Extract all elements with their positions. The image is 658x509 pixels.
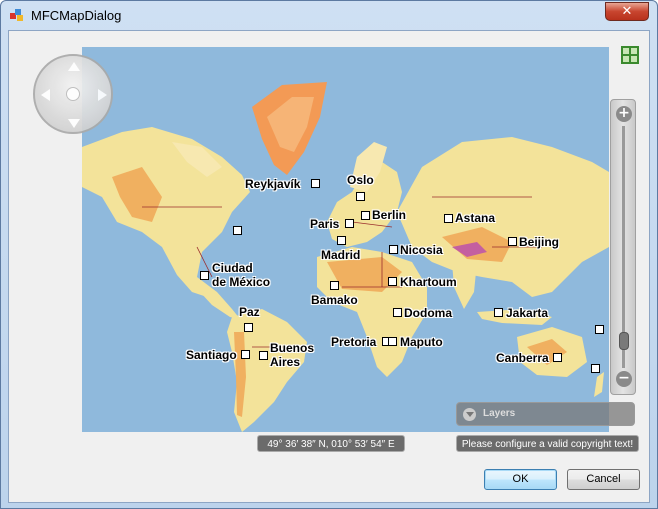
- city-marker-edge-1[interactable]: [595, 325, 604, 334]
- coordinates-readout: 49° 36′ 38″ N, 010° 53′ 54″ E: [257, 435, 405, 452]
- city-label-de-mexico: de México: [212, 275, 271, 289]
- pan-down-icon[interactable]: [68, 119, 80, 128]
- copyright-notice: Please configure a valid copyright text!: [456, 435, 639, 452]
- dialog-client-area: Reykjavík Oslo Paris Berlin Astana Madri…: [8, 30, 650, 503]
- zoom-out-button[interactable]: −: [616, 371, 632, 387]
- map-style-toggle-icon[interactable]: [621, 46, 639, 64]
- layers-label: Layers: [483, 408, 516, 419]
- city-label-paz: Paz: [239, 305, 260, 319]
- city-marker-washington[interactable]: [233, 226, 242, 235]
- city-label-beijing: Beijing: [519, 235, 560, 249]
- city-label-dodoma: Dodoma: [404, 306, 452, 320]
- city-marker-astana[interactable]: [444, 214, 453, 223]
- cancel-button[interactable]: Cancel: [567, 469, 640, 490]
- app-icon: [10, 9, 23, 21]
- pan-up-icon[interactable]: [68, 62, 80, 71]
- city-marker-ciudad-de-mexico[interactable]: [200, 271, 209, 280]
- city-label-buenos: Buenos: [270, 341, 315, 355]
- window-title: MFCMapDialog: [31, 8, 122, 23]
- city-marker-berlin[interactable]: [361, 211, 370, 220]
- city-label-reykjavik: Reykjavík: [245, 177, 301, 191]
- city-marker-maputo[interactable]: [388, 337, 397, 346]
- city-label-nicosia: Nicosia: [400, 243, 443, 257]
- city-label-ciudad: Ciudad: [212, 261, 253, 275]
- city-marker-dodoma[interactable]: [393, 308, 402, 317]
- city-marker-khartoum[interactable]: [388, 277, 397, 286]
- city-label-canberra: Canberra: [496, 351, 549, 365]
- pan-center-icon[interactable]: [66, 87, 80, 101]
- city-label-berlin: Berlin: [372, 208, 407, 222]
- dialog-window: MFCMapDialog ✕ Reykjavík Oslo Paris Berl…: [0, 0, 658, 509]
- city-marker-edge-2[interactable]: [591, 364, 600, 373]
- city-label-aires: Aires: [270, 355, 301, 369]
- zoom-slider[interactable]: + −: [610, 99, 636, 395]
- expand-layers-icon[interactable]: [463, 408, 476, 421]
- city-marker-paris[interactable]: [345, 219, 354, 228]
- zoom-slider-handle[interactable]: [619, 332, 629, 351]
- city-label-bamako: Bamako: [311, 293, 358, 307]
- city-label-khartoum: Khartoum: [400, 275, 457, 289]
- city-marker-buenos-aires[interactable]: [259, 351, 268, 360]
- city-marker-jakarta[interactable]: [494, 308, 503, 317]
- city-marker-santiago[interactable]: [241, 350, 250, 359]
- city-marker-reykjavik[interactable]: [311, 179, 320, 188]
- title-bar[interactable]: MFCMapDialog ✕: [1, 1, 657, 29]
- city-label-jakarta: Jakarta: [506, 306, 549, 320]
- city-marker-oslo[interactable]: [356, 192, 365, 201]
- city-label-oslo: Oslo: [347, 173, 374, 187]
- city-marker-madrid[interactable]: [337, 236, 346, 245]
- zoom-in-button[interactable]: +: [616, 106, 632, 122]
- ok-button[interactable]: OK: [484, 469, 557, 490]
- city-marker-nicosia[interactable]: [389, 245, 398, 254]
- close-button[interactable]: ✕: [605, 2, 649, 21]
- city-marker-canberra[interactable]: [553, 353, 562, 362]
- city-label-pretoria: Pretoria: [331, 335, 377, 349]
- city-label-maputo: Maputo: [400, 335, 443, 349]
- city-marker-beijing[interactable]: [508, 237, 517, 246]
- city-marker-bamako[interactable]: [330, 281, 339, 290]
- close-icon: ✕: [621, 4, 633, 19]
- layers-panel[interactable]: Layers: [456, 402, 635, 426]
- pan-control[interactable]: [33, 54, 113, 134]
- city-marker-paz[interactable]: [244, 323, 253, 332]
- pan-right-icon[interactable]: [98, 89, 107, 101]
- city-label-madrid: Madrid: [321, 248, 361, 262]
- city-label-santiago: Santiago: [186, 348, 237, 362]
- pan-left-icon[interactable]: [41, 89, 50, 101]
- world-map[interactable]: Reykjavík Oslo Paris Berlin Astana Madri…: [82, 47, 609, 432]
- city-label-paris: Paris: [310, 217, 340, 231]
- city-label-astana: Astana: [455, 211, 496, 225]
